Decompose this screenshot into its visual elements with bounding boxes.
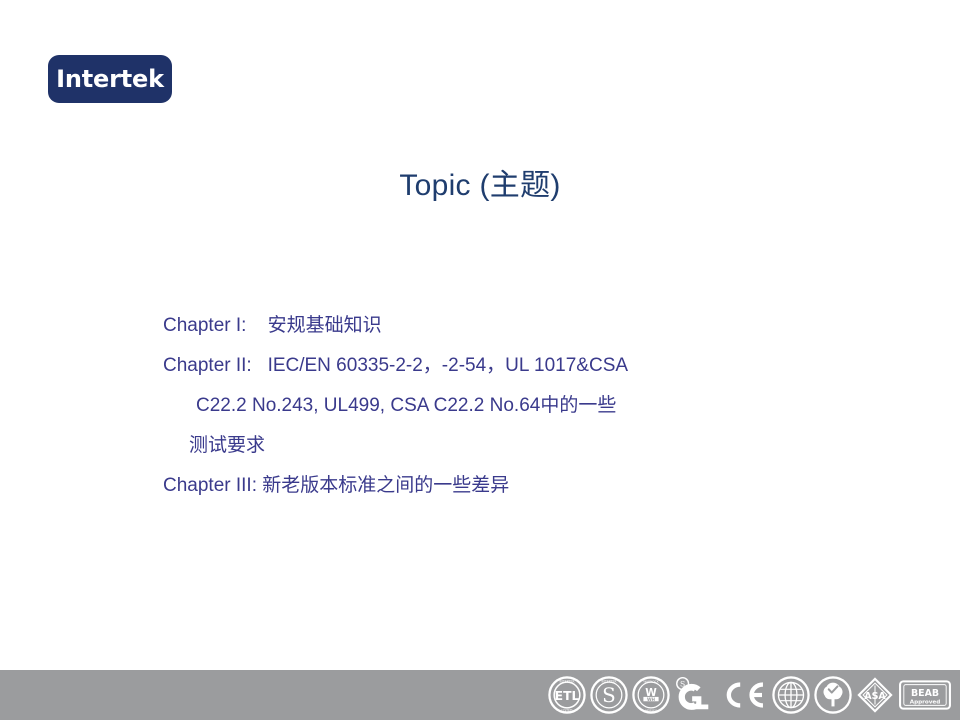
chapter-3-label: Chapter III: — [163, 475, 257, 496]
footer-bar: ETL INTERTEK LISTED S INTERTEK W WH WARN… — [0, 670, 960, 720]
chapter-1-text: 安规基础知识 — [267, 315, 382, 336]
svg-text:WARNOCK: WARNOCK — [643, 679, 658, 683]
gs-mark-icon: S — [676, 676, 709, 710]
slide-body: Chapter I: 安规基础知识 Chapter II: IEC/EN 603… — [163, 306, 883, 506]
svg-text:HERSEY: HERSEY — [645, 708, 657, 712]
etl-mark-icon: ETL INTERTEK LISTED — [548, 676, 586, 714]
ce-mark-icon — [726, 682, 764, 708]
svg-text:S: S — [602, 683, 616, 707]
certification-marks: ETL INTERTEK LISTED S INTERTEK W WH WARN… — [548, 670, 952, 720]
chapter-2-requirement-text: 测试要求 — [189, 435, 266, 456]
body-line-chapter-2-cont-1: C22.2 No.243, UL499, CSA C22.2 No.64中的一些 — [163, 386, 883, 426]
warnock-hersey-mark-icon: W WH WARNOCK HERSEY — [632, 676, 670, 714]
svg-text:INTERTEK: INTERTEK — [601, 679, 617, 683]
svg-text:BEAB: BEAB — [911, 688, 939, 699]
chapter-2-label: Chapter II: — [163, 355, 252, 376]
tree-mark-icon — [814, 676, 852, 714]
svg-text:Approved: Approved — [910, 699, 941, 705]
chapter-3-text: 新老版本标准之间的一些差异 — [262, 475, 510, 496]
body-line-chapter-2: Chapter II: IEC/EN 60335-2-2，-2-54，UL 10… — [163, 346, 883, 386]
intertek-logo: Intertek — [48, 55, 172, 103]
globe-mark-icon — [772, 676, 810, 714]
s-mark-icon: S INTERTEK — [590, 676, 628, 714]
body-line-chapter-1: Chapter I: 安规基础知识 — [163, 306, 883, 346]
chapter-1-label: Chapter I: — [163, 315, 247, 336]
svg-text:INTERTEK: INTERTEK — [559, 679, 575, 683]
chapter-2-continuation-text: C22.2 No.243, UL499, CSA C22.2 No.64中的一些 — [196, 395, 617, 416]
chapter-2-text: IEC/EN 60335-2-2，-2-54，UL 1017&CSA — [267, 355, 629, 376]
asa-diamond-mark-icon: ASA — [857, 677, 893, 713]
svg-text:LISTED: LISTED — [562, 709, 574, 713]
svg-text:ETL: ETL — [555, 689, 580, 703]
beab-approved-mark-icon: BEAB Approved — [899, 680, 951, 710]
intertek-logo-text: Intertek — [56, 65, 164, 93]
svg-text:WH: WH — [647, 697, 656, 702]
slide-title: Topic (主题) — [399, 169, 561, 202]
body-line-chapter-3: Chapter III: 新老版本标准之间的一些差异 — [163, 466, 883, 506]
body-line-chapter-2-cont-2: 测试要求 — [163, 426, 883, 466]
